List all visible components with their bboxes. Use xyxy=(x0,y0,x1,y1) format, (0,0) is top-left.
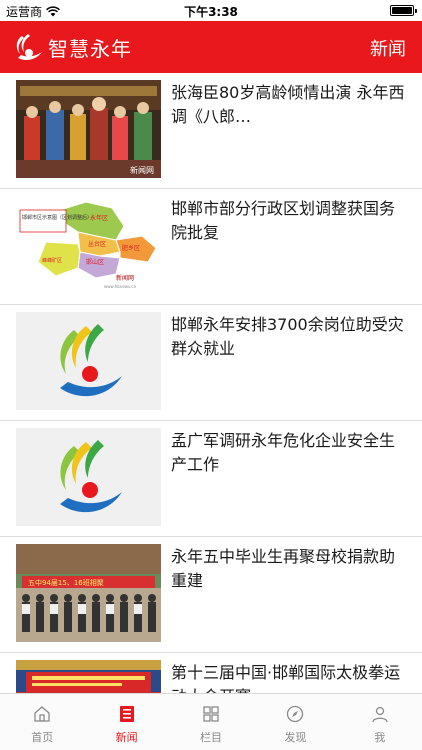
news-item[interactable]: 新闻网 张海臣80岁高龄倾情出演 永年西调《八郎… xyxy=(0,73,422,189)
status-time: 下午3:38 xyxy=(184,5,238,19)
app-brand-title: 智慧永年 xyxy=(48,37,132,61)
news-thumbnail-placeholder xyxy=(16,428,161,526)
news-thumbnail-group: 五中94届15、16班相聚 xyxy=(16,544,161,642)
news-title[interactable]: 孟广军调研永年危化企业安全生产工作 xyxy=(171,429,410,477)
status-bar: 运营商 下午3:38 xyxy=(0,0,422,21)
tab-discover-label: 发现 xyxy=(284,731,307,744)
tab-discover[interactable]: 发现 xyxy=(253,694,337,750)
tab-me[interactable]: 我 xyxy=(338,694,422,750)
map-label-feixiang: 肥乡区 xyxy=(122,245,140,252)
news-list[interactable]: 新闻网 张海臣80岁高龄倾情出演 永年西调《八郎… 邯郸市区示意图（区划调整后）… xyxy=(0,73,422,693)
news-title[interactable]: 永年五中毕业生再聚母校捐款助重建 xyxy=(171,545,410,593)
news-title[interactable]: 邯郸永年安排3700余岗位助受灾群众就业 xyxy=(171,313,410,361)
tab-news-label: 新闻 xyxy=(115,731,138,744)
news-item[interactable]: 第十三届中国·邯郸国际太极拳运动大会开赛 xyxy=(0,653,422,693)
news-thumbnail-event xyxy=(16,660,161,693)
map-watermark: 新闻网 xyxy=(116,274,134,282)
bottom-tab-bar: 首页 新闻 栏目 发现 我 xyxy=(0,693,422,750)
map-label-fengfeng: 峰峰矿区 xyxy=(42,257,62,264)
map-box-label: 邯郸市区示意图（区划调整后） xyxy=(22,214,92,221)
battery-icon xyxy=(390,5,417,16)
tab-columns[interactable]: 栏目 xyxy=(169,694,253,750)
app-header: 智慧永年 新闻 xyxy=(0,21,422,73)
news-thumbnail-map: 邯郸市区示意图（区划调整后） 永年区 丛台区 肥乡区 邯山区 峰峰矿区 新闻网 … xyxy=(16,196,161,294)
map-label-yongnian: 永年区 xyxy=(90,214,108,222)
app-logo-icon xyxy=(16,34,42,60)
home-icon xyxy=(34,706,50,722)
news-item[interactable]: 孟广军调研永年危化企业安全生产工作 xyxy=(0,421,422,537)
news-thumbnail-opera: 新闻网 xyxy=(16,80,161,178)
grid-icon xyxy=(203,706,219,722)
app-logo-icon xyxy=(16,428,161,526)
news-icon xyxy=(119,706,134,722)
thumbnail-watermark: 新闻网 xyxy=(130,165,154,175)
news-item[interactable]: 邯郸永年安排3700余岗位助受灾群众就业 xyxy=(0,305,422,421)
app-logo-icon xyxy=(16,312,161,410)
news-title[interactable]: 邯郸市部分行政区划调整获国务院批复 xyxy=(171,197,410,245)
tab-me-label: 我 xyxy=(374,731,386,744)
compass-icon xyxy=(287,705,304,723)
map-label-handan: 邯山区 xyxy=(86,258,104,266)
header-section-title: 新闻 xyxy=(370,39,406,60)
tab-news[interactable]: 新闻 xyxy=(84,694,168,750)
news-item[interactable]: 五中94届15、16班相聚 永年五中毕业生再聚母校捐款助重建 xyxy=(0,537,422,653)
news-item[interactable]: 邯郸市区示意图（区划调整后） 永年区 丛台区 肥乡区 邯山区 峰峰矿区 新闻网 … xyxy=(0,189,422,305)
news-title[interactable]: 张海臣80岁高龄倾情出演 永年西调《八郎… xyxy=(171,81,410,129)
map-url: www.hbnews.cn xyxy=(104,284,137,289)
person-icon xyxy=(372,706,388,723)
news-title[interactable]: 第十三届中国·邯郸国际太极拳运动大会开赛 xyxy=(171,661,410,693)
map-label-congtai: 丛台区 xyxy=(88,240,106,248)
tab-home-label: 首页 xyxy=(31,731,54,744)
school-banner-text: 五中94届15、16班相聚 xyxy=(28,578,104,587)
news-thumbnail-placeholder xyxy=(16,312,161,410)
tab-home[interactable]: 首页 xyxy=(0,694,84,750)
tab-columns-label: 栏目 xyxy=(200,731,223,744)
